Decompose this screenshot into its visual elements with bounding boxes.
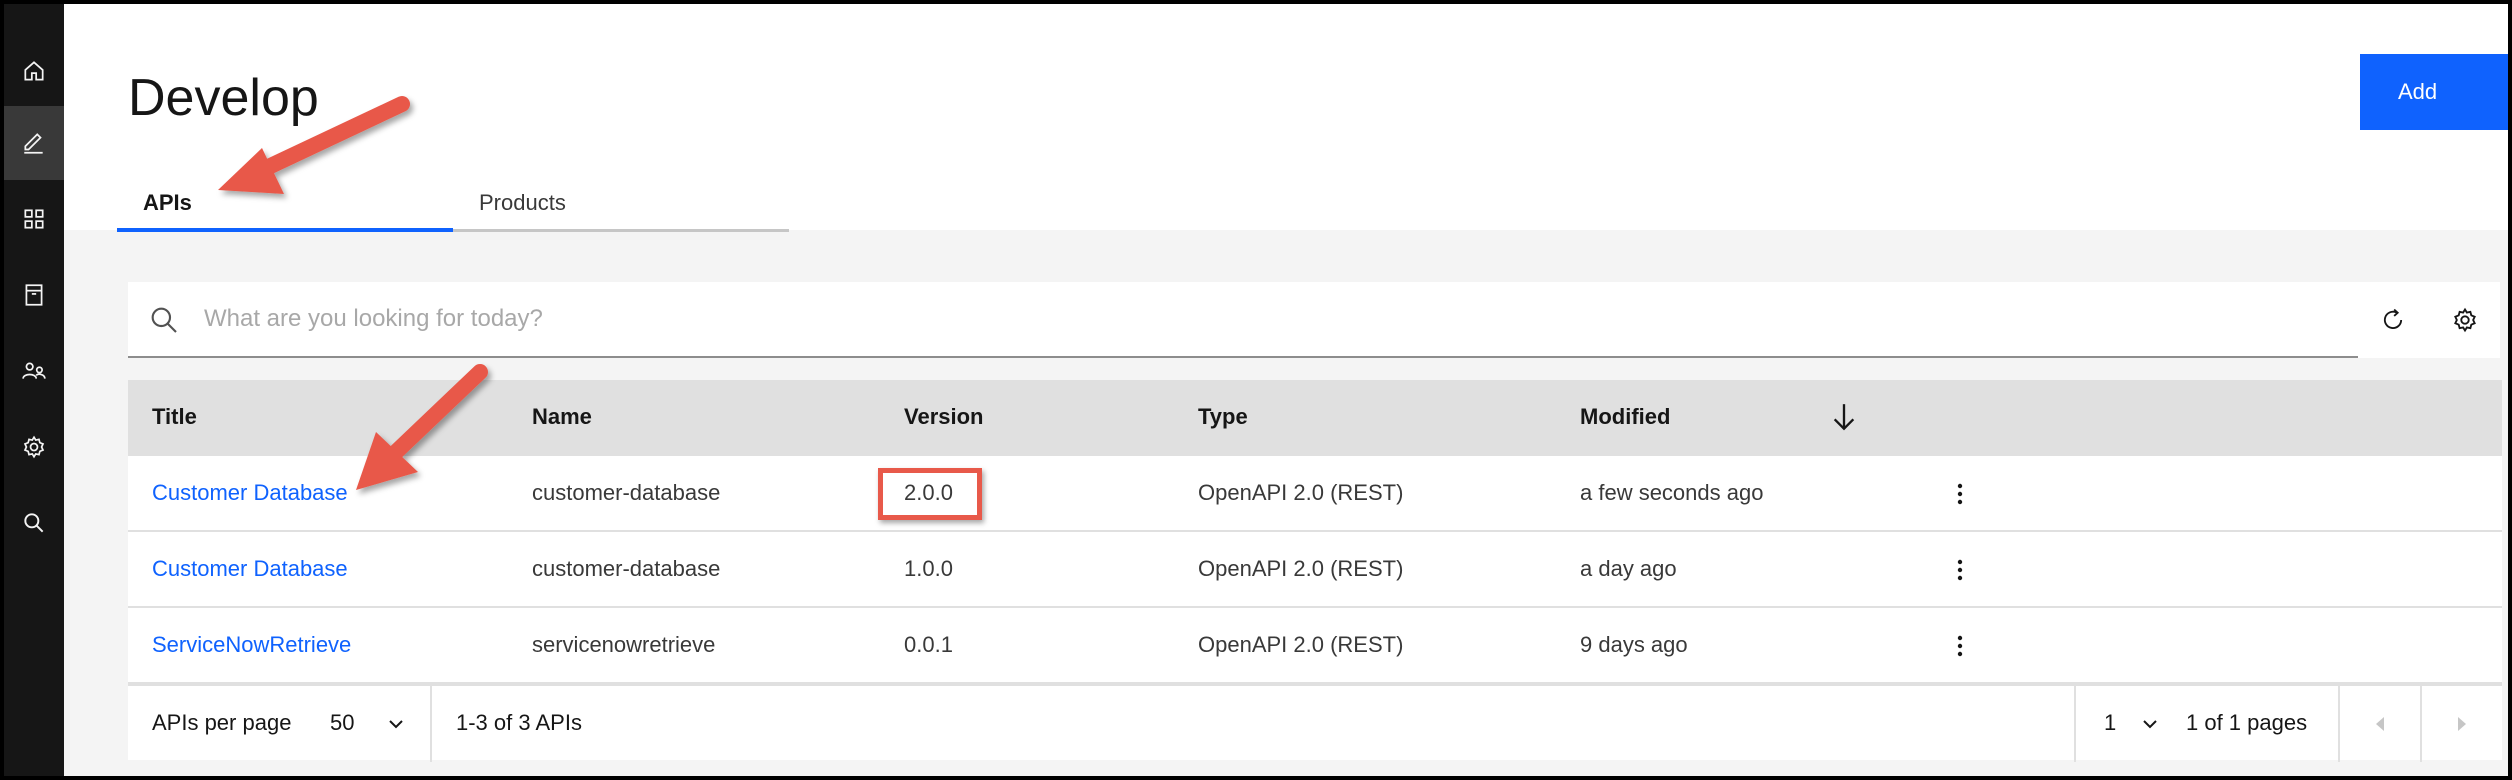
- api-modified: a day ago: [1580, 556, 1677, 581]
- nav-search[interactable]: [4, 486, 64, 560]
- catalog-icon: [25, 284, 43, 306]
- table-toolbar: [128, 282, 2468, 358]
- nav-develop[interactable]: [4, 106, 64, 180]
- api-title-link[interactable]: ServiceNowRetrieve: [152, 632, 351, 658]
- nav-home[interactable]: [4, 34, 64, 108]
- api-name: customer-database: [532, 556, 721, 581]
- api-type: OpenAPI 2.0 (REST): [1198, 480, 1404, 505]
- api-version: 0.0.1: [904, 632, 953, 657]
- sort-descending-icon[interactable]: [1830, 400, 1858, 434]
- pagination-bar: APIs per page 50 1-3 of 3 APIs 1 1 of 1 …: [128, 684, 2502, 762]
- apps-grid-icon: [24, 209, 44, 229]
- edit-icon: [24, 133, 43, 154]
- row-overflow-menu[interactable]: [1944, 630, 1976, 662]
- nav-apps[interactable]: [4, 182, 64, 256]
- overflow-menu-icon: [1957, 483, 1963, 505]
- chevron-down-icon: [389, 720, 403, 729]
- search-input[interactable]: [204, 282, 2404, 356]
- column-header-title[interactable]: Title: [152, 404, 197, 430]
- home-icon: [24, 61, 44, 81]
- side-nav-rail: [4, 4, 64, 776]
- api-type: OpenAPI 2.0 (REST): [1198, 632, 1404, 657]
- nav-users[interactable]: [4, 334, 64, 408]
- api-title-link[interactable]: Customer Database: [152, 556, 348, 582]
- add-button[interactable]: Add: [2360, 54, 2508, 130]
- api-title-link[interactable]: Customer Database: [152, 480, 348, 506]
- tab-apis[interactable]: APIs: [117, 166, 453, 232]
- search-icon: [24, 513, 44, 533]
- page-title: Develop: [128, 69, 319, 127]
- per-page-value: 50: [330, 710, 355, 735]
- table-header-row: Title Name Version Type Modified: [128, 380, 2502, 456]
- table-settings-button[interactable]: [2430, 282, 2500, 358]
- page-header: Develop Add APIs Products: [64, 4, 2508, 232]
- per-page-select[interactable]: 50: [324, 686, 434, 762]
- nav-catalog[interactable]: [4, 258, 64, 332]
- caret-left-icon: [2376, 717, 2384, 731]
- api-name: customer-database: [532, 480, 721, 505]
- users-icon: [22, 362, 46, 379]
- tab-products-label: Products: [479, 190, 566, 215]
- gear-icon: [2454, 307, 2476, 333]
- search-box: [128, 282, 2424, 358]
- divider: [430, 686, 432, 762]
- api-modified: 9 days ago: [1580, 632, 1688, 657]
- table-row: Customer Database customer-database 1.0.…: [128, 532, 2502, 608]
- table-row: ServiceNowRetrieve servicenowretrieve 0.…: [128, 608, 2502, 684]
- column-header-modified[interactable]: Modified: [1580, 404, 1670, 430]
- api-type: OpenAPI 2.0 (REST): [1198, 556, 1404, 581]
- tab-apis-label: APIs: [143, 190, 192, 215]
- api-name: servicenowretrieve: [532, 632, 716, 657]
- previous-page-button[interactable]: [2340, 686, 2420, 762]
- nav-settings[interactable]: [4, 410, 64, 484]
- row-overflow-menu[interactable]: [1944, 478, 1976, 510]
- api-modified: a few seconds ago: [1580, 480, 1764, 505]
- overflow-menu-icon: [1957, 635, 1963, 657]
- settings-icon: [23, 435, 45, 459]
- column-header-type[interactable]: Type: [1198, 404, 1248, 430]
- refresh-button[interactable]: [2358, 282, 2428, 358]
- chevron-down-icon: [2143, 720, 2157, 729]
- refresh-icon: [2383, 308, 2403, 329]
- page-select[interactable]: 1: [2076, 686, 2176, 762]
- items-range-text: 1-3 of 3 APIs: [456, 710, 582, 735]
- api-version: 1.0.0: [904, 556, 953, 581]
- page-value: 1: [2104, 710, 2117, 735]
- column-header-name[interactable]: Name: [532, 404, 592, 430]
- next-page-button[interactable]: [2422, 686, 2502, 762]
- caret-right-icon: [2458, 717, 2466, 731]
- tab-products[interactable]: Products: [453, 166, 789, 232]
- per-page-label: APIs per page: [152, 710, 292, 735]
- column-header-version[interactable]: Version: [904, 404, 983, 430]
- overflow-menu-icon: [1957, 559, 1963, 581]
- table-row: Customer Database customer-database 2.0.…: [128, 456, 2502, 532]
- search-icon: [151, 307, 177, 333]
- version-highlight-annotation: [878, 468, 982, 520]
- row-overflow-menu[interactable]: [1944, 554, 1976, 586]
- pages-text: 1 of 1 pages: [2186, 710, 2308, 735]
